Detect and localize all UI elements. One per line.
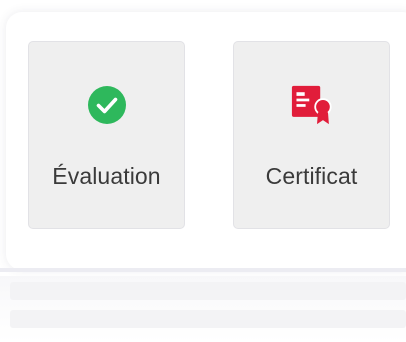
certificate-icon — [291, 84, 333, 126]
faded-content-area — [0, 276, 406, 342]
certificate-tile[interactable]: Certificat — [233, 41, 390, 229]
faded-bar — [10, 282, 406, 300]
page: Évaluation Certificat — [0, 0, 406, 342]
evaluation-tile[interactable]: Évaluation — [28, 41, 185, 229]
faded-bar — [10, 310, 406, 328]
check-circle-icon — [86, 84, 128, 126]
section-divider — [0, 268, 406, 272]
certificate-label: Certificat — [265, 163, 358, 189]
evaluation-label: Évaluation — [52, 163, 161, 189]
